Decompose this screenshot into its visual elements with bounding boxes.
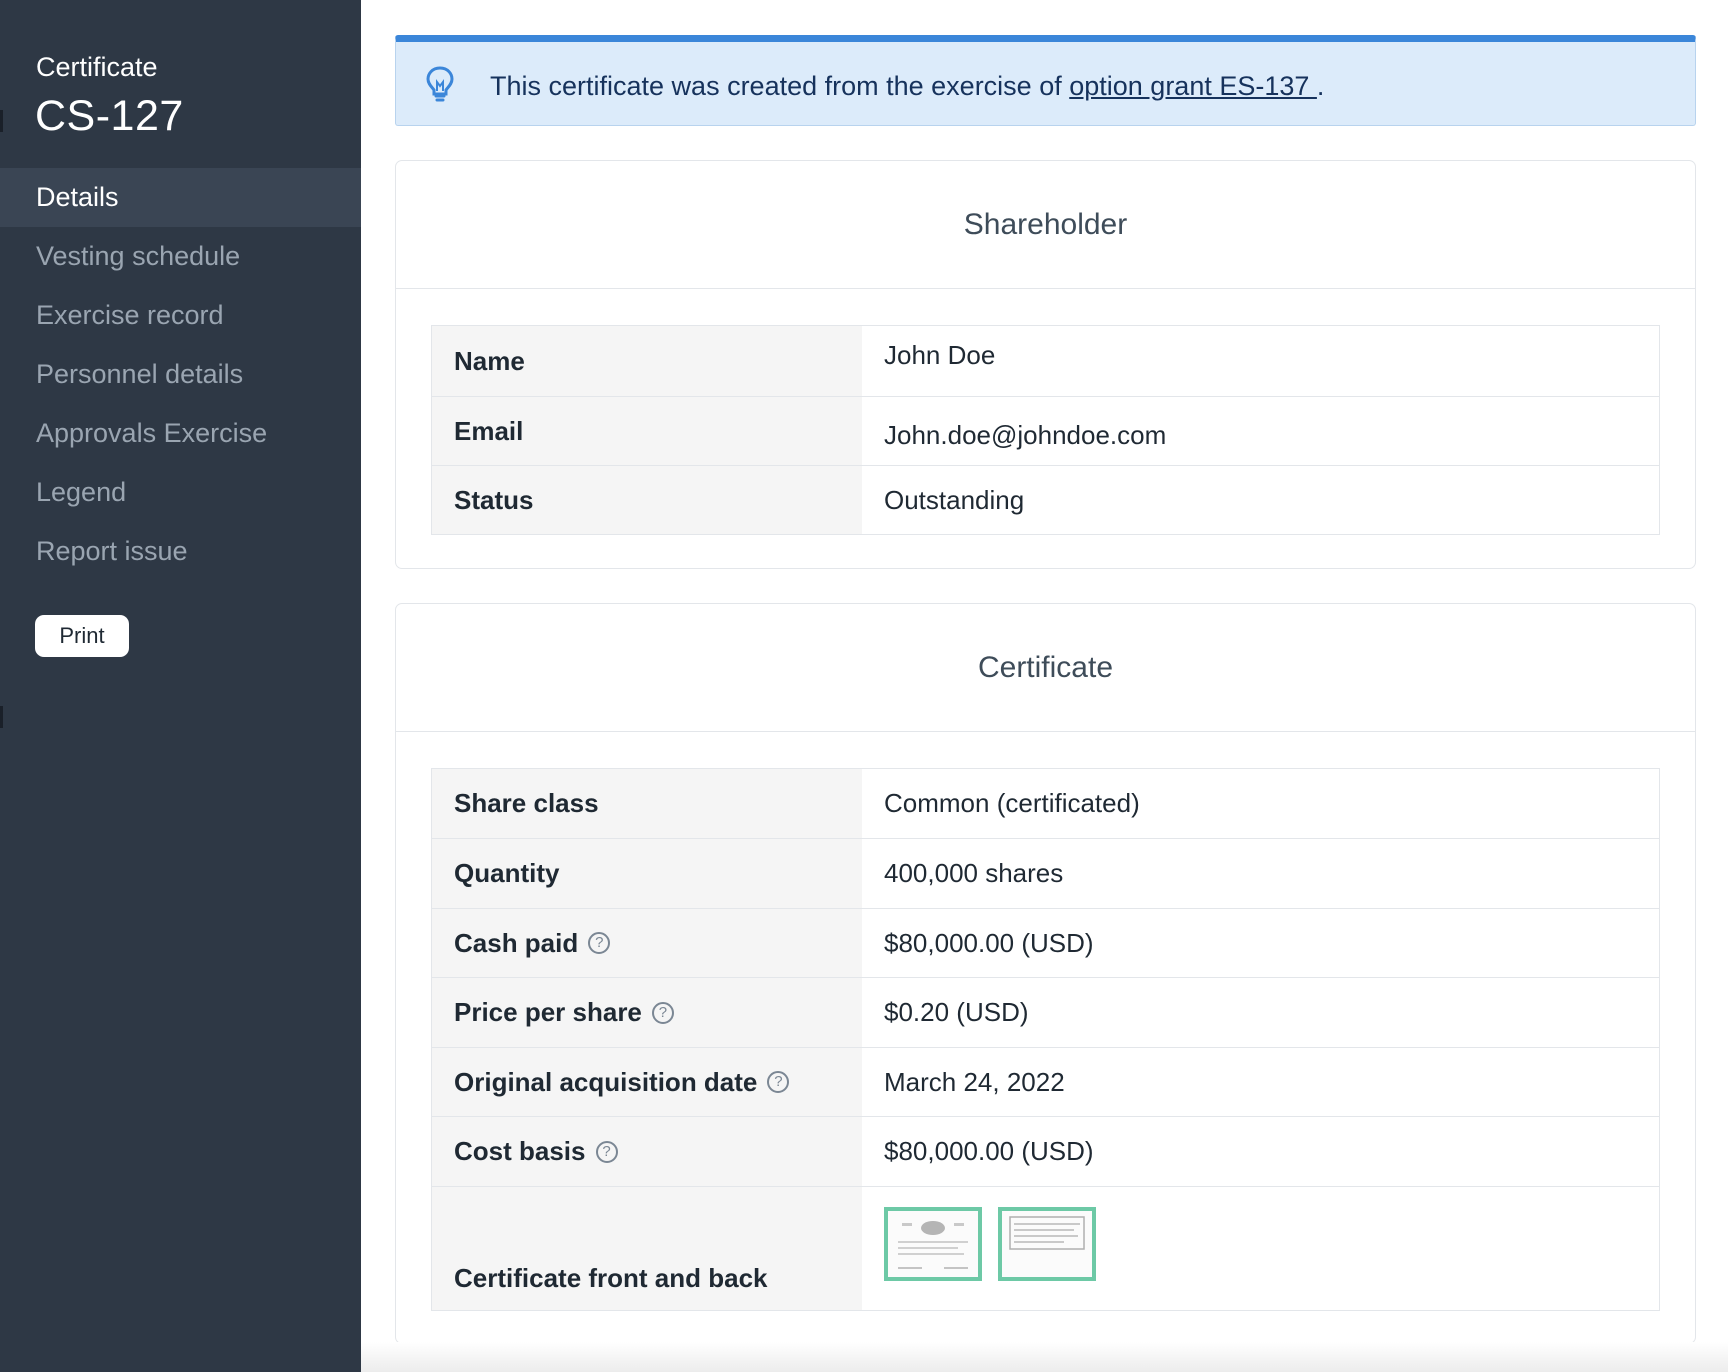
banner-message: This certificate was created from the ex… bbox=[490, 71, 1324, 102]
row-label: Cost basis bbox=[454, 1136, 586, 1166]
row-label: Email bbox=[432, 397, 862, 465]
certificate-card: Certificate Share class Common (certific… bbox=[395, 603, 1696, 1344]
lightbulb-icon bbox=[426, 66, 454, 102]
nav-item-report-issue[interactable]: Report issue bbox=[0, 522, 361, 581]
nav-item-personnel-details[interactable]: Personnel details bbox=[0, 345, 361, 404]
row-value: John.doe@johndoe.com bbox=[884, 419, 1167, 450]
nav-item-details[interactable]: Details bbox=[0, 168, 361, 227]
row-label: Share class bbox=[432, 769, 862, 838]
row-value: John Doe bbox=[884, 340, 996, 370]
certificate-thumbnails bbox=[862, 1187, 1659, 1310]
certificate-table: Share class Common (certificated) Quanti… bbox=[431, 768, 1660, 1311]
certificate-title: Certificate bbox=[396, 604, 1695, 732]
row-label: Certificate front and back bbox=[432, 1187, 862, 1310]
row-label-cell: Cash paid? bbox=[432, 909, 862, 977]
certificate-front-icon bbox=[898, 1221, 968, 1269]
banner-text: This certificate was created from the ex… bbox=[490, 71, 1070, 101]
option-grant-link[interactable]: option grant ES-137 bbox=[1069, 71, 1317, 101]
row-label: Original acquisition date bbox=[454, 1066, 758, 1097]
row-value: $0.20 (USD) bbox=[884, 997, 1029, 1027]
print-button[interactable]: Print bbox=[35, 615, 129, 657]
table-row: Cost basis? $80,000.00 (USD) bbox=[432, 1116, 1659, 1186]
table-row: Cash paid? $80,000.00 (USD) bbox=[432, 908, 1659, 977]
row-label-cell: Price per share? bbox=[432, 978, 862, 1047]
row-value: Common (certificated) bbox=[884, 788, 1140, 818]
table-row: Certificate front and back bbox=[432, 1186, 1659, 1310]
table-row: Email John.doe@johndoe.com bbox=[432, 396, 1659, 465]
sidebar: Certificate CS-127 Details Vesting sched… bbox=[0, 0, 361, 1372]
edge-mark bbox=[0, 706, 3, 728]
table-row: Quantity 400,000 shares bbox=[432, 838, 1659, 908]
certificate-front-thumbnail[interactable] bbox=[884, 1207, 982, 1281]
shareholder-title: Shareholder bbox=[396, 161, 1695, 289]
shareholder-card: Shareholder Name John Doe Email John.doe… bbox=[395, 160, 1696, 569]
table-row: Original acquisition date? March 24, 202… bbox=[432, 1047, 1659, 1116]
row-label: Quantity bbox=[432, 839, 862, 908]
row-label-cell: Original acquisition date? bbox=[432, 1048, 862, 1116]
row-value: 400,000 shares bbox=[884, 858, 1064, 888]
row-value: March 24, 2022 bbox=[884, 1066, 1065, 1097]
sidebar-eyebrow: Certificate bbox=[36, 52, 158, 82]
certificate-id: CS-127 bbox=[35, 92, 184, 140]
help-icon[interactable]: ? bbox=[767, 1071, 790, 1093]
table-row: Price per share? $0.20 (USD) bbox=[432, 977, 1659, 1047]
table-row: Name John Doe bbox=[432, 326, 1659, 396]
nav-item-exercise-record[interactable]: Exercise record bbox=[0, 286, 361, 345]
nav-item-legend[interactable]: Legend bbox=[0, 463, 361, 522]
row-value: Outstanding bbox=[884, 484, 1025, 515]
row-label: Cash paid bbox=[454, 927, 579, 958]
nav-item-vesting-schedule[interactable]: Vesting schedule bbox=[0, 227, 361, 286]
certificate-back-icon bbox=[1009, 1216, 1085, 1250]
row-label: Status bbox=[432, 466, 862, 534]
main-content: This certificate was created from the ex… bbox=[361, 0, 1728, 1372]
row-label: Price per share bbox=[454, 997, 642, 1027]
banner-suffix: . bbox=[1316, 71, 1325, 101]
sidebar-nav: Details Vesting schedule Exercise record… bbox=[0, 168, 361, 581]
help-icon[interactable]: ? bbox=[651, 1001, 674, 1024]
nav-item-approvals-exercise[interactable]: Approvals Exercise bbox=[0, 404, 361, 463]
shareholder-table: Name John Doe Email John.doe@johndoe.com… bbox=[431, 325, 1660, 535]
info-banner: This certificate was created from the ex… bbox=[395, 35, 1696, 126]
row-label-cell: Cost basis? bbox=[432, 1117, 862, 1186]
help-icon[interactable]: ? bbox=[588, 932, 611, 954]
row-value: $80,000.00 (USD) bbox=[884, 1136, 1094, 1166]
row-value: $80,000.00 (USD) bbox=[884, 927, 1094, 958]
bottom-fade bbox=[361, 1342, 1728, 1372]
help-icon[interactable]: ? bbox=[595, 1140, 618, 1163]
certificate-back-thumbnail[interactable] bbox=[998, 1207, 1096, 1281]
table-row: Share class Common (certificated) bbox=[432, 769, 1659, 838]
row-label: Name bbox=[432, 326, 862, 396]
edge-mark bbox=[0, 110, 3, 132]
table-row: Status Outstanding bbox=[432, 465, 1659, 534]
